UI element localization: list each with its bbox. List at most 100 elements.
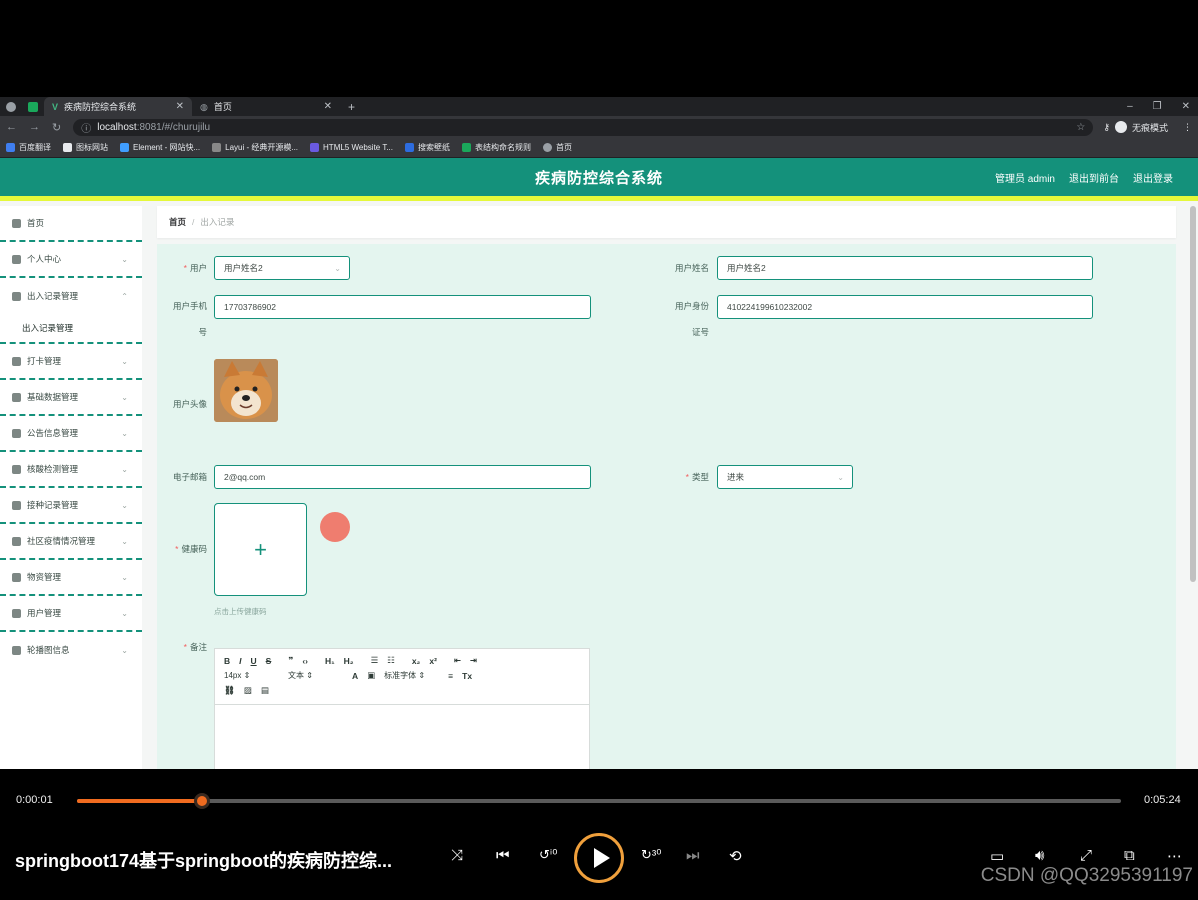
restore-icon[interactable]: ❐ — [1153, 101, 1162, 112]
bookmark-item[interactable]: 百度翻译 — [6, 142, 51, 153]
superscript-icon[interactable]: x² — [429, 656, 437, 666]
bookmark-favicon-icon — [63, 143, 72, 152]
bullet-list-icon[interactable]: ☷ — [387, 655, 395, 666]
chevron-down-icon: ⌄ — [121, 572, 128, 582]
reload-icon[interactable]: ↻ — [52, 121, 61, 134]
editor-toolbar-row: ⛓ ▨ ▤ — [215, 683, 589, 698]
sidebar-item-vaccination[interactable]: 接种记录管理 ⌄ — [0, 488, 142, 524]
tab-app[interactable]: V 疾病防控综合系统 ✕ — [44, 97, 192, 116]
phone-field[interactable]: 17703786902 — [214, 295, 591, 319]
h2-icon[interactable]: H₂ — [344, 656, 354, 666]
volume-icon[interactable]: 🔊︎ — [1035, 847, 1044, 864]
editor-body[interactable] — [215, 704, 589, 769]
avatar-label: 用户头像 — [172, 399, 207, 409]
browser-menu-icon[interactable] — [6, 101, 16, 112]
sidebar-item-users[interactable]: 用户管理 ⌄ — [0, 596, 142, 632]
quote-icon[interactable]: ❞ — [288, 655, 293, 666]
forward-30-icon[interactable]: ↻³⁰ — [641, 847, 661, 863]
ordered-list-icon[interactable]: ☰ — [371, 655, 379, 666]
bookmark-item[interactable]: HTML5 Website T... — [310, 143, 393, 152]
forward-icon[interactable]: → — [29, 121, 40, 133]
main-content: 首页 / 出入记录 * 用户 用户姓名2 ⌄ 用户姓名 用户姓名2 用户手机号 17… — [157, 206, 1176, 769]
underline-icon[interactable]: U — [251, 656, 257, 666]
close-tab-icon[interactable]: ✕ — [324, 101, 332, 112]
chevron-down-icon: ⌄ — [121, 392, 128, 402]
bookmark-item[interactable]: Layui - 经典开源模... — [212, 142, 298, 153]
sidebar-item-community-epidemic[interactable]: 社区疫情情况管理 ⌄ — [0, 524, 142, 560]
incognito-indicator[interactable]: ⚷ 无痕模式 ⋮ — [1103, 121, 1192, 134]
background-color-icon[interactable]: ▣ — [367, 670, 375, 681]
rewind-10-icon[interactable]: ↺ⁱ⁰ — [539, 847, 557, 863]
sidebar-item-nucleic-test[interactable]: 核酸检测管理 ⌄ — [0, 452, 142, 488]
h1-icon[interactable]: H₁ — [325, 656, 335, 666]
sidebar-subitem-access-records[interactable]: 出入记录管理 — [0, 314, 142, 344]
code-icon[interactable]: ‹› — [302, 656, 308, 666]
image-icon[interactable]: ▨ — [244, 685, 252, 696]
back-icon[interactable]: ← — [6, 121, 17, 133]
bold-icon[interactable]: B — [224, 656, 230, 666]
font-size-select[interactable]: 14px ⇕ — [224, 671, 279, 680]
user-name-field[interactable]: 用户姓名2 — [717, 256, 1093, 280]
sidebar-item-personal[interactable]: 个人中心 ⌄ — [0, 242, 142, 278]
health-code-upload[interactable]: + — [214, 503, 307, 596]
align-icon[interactable]: ≡ — [448, 671, 453, 681]
bookmark-item[interactable]: 表结构命名规则 — [461, 142, 531, 153]
strike-icon[interactable]: S — [266, 656, 272, 666]
loop-icon[interactable]: ⟲ — [729, 847, 742, 865]
browser-menu-dots-icon[interactable]: ⋮ — [1183, 122, 1192, 133]
type-select[interactable]: 进来 ⌄ — [717, 465, 853, 489]
chevron-down-icon: ⌄ — [121, 428, 128, 438]
bookmark-favicon-icon — [120, 143, 129, 152]
indent-icon[interactable]: ⇥ — [470, 655, 477, 666]
breadcrumb-home[interactable]: 首页 — [169, 216, 186, 228]
outdent-icon[interactable]: ⇤ — [454, 655, 461, 666]
more-options-icon[interactable]: ⋯ — [1167, 847, 1182, 865]
sidebar-item-supplies[interactable]: 物资管理 ⌄ — [0, 560, 142, 596]
seek-handle[interactable] — [194, 793, 211, 809]
email-field[interactable]: 2@qq.com — [214, 465, 591, 489]
previous-icon[interactable]: ⏮ — [496, 847, 510, 864]
sidebar-item-home[interactable]: 首页 — [0, 206, 142, 242]
bookmark-item[interactable]: Element - 网站快... — [120, 142, 200, 153]
bookmark-star-icon[interactable]: ☆ — [1076, 122, 1085, 133]
link-icon[interactable]: ⛓ — [224, 685, 235, 696]
close-tab-icon[interactable]: ✕ — [176, 101, 184, 112]
info-icon[interactable]: ⓘ — [81, 120, 91, 135]
bookmark-item[interactable]: 图标网站 — [63, 142, 108, 153]
bookmark-item[interactable]: 首页 — [542, 142, 572, 153]
italic-icon[interactable]: I — [239, 656, 241, 666]
tab-home[interactable]: ◍ 首页 ✕ — [192, 97, 340, 116]
email-label: 电子邮箱 — [172, 472, 207, 482]
next-icon[interactable]: ⏭ — [686, 847, 700, 864]
sidebar-item-notices[interactable]: 公告信息管理 ⌄ — [0, 416, 142, 452]
close-window-icon[interactable]: ✕ — [1182, 101, 1190, 112]
fullscreen-icon[interactable]: ⤢ — [1080, 847, 1092, 864]
sidebar-item-access-records[interactable]: 出入记录管理 ⌃ — [0, 278, 142, 314]
bookmark-item[interactable]: 搜索壁纸 — [404, 142, 450, 153]
logout-link[interactable]: 退出登录 — [1133, 170, 1173, 185]
chevron-down-icon: ⌄ — [837, 472, 844, 482]
seek-bar[interactable] — [77, 793, 1121, 809]
key-icon[interactable]: ⚷ — [1103, 122, 1110, 133]
shuffle-icon[interactable]: ⤨ — [451, 847, 463, 864]
clear-format-icon[interactable]: Tx — [462, 671, 472, 681]
sidebar-item-basic-data[interactable]: 基础数据管理 ⌄ — [0, 380, 142, 416]
subscript-icon[interactable]: x₂ — [412, 656, 421, 666]
id-number-field[interactable]: 410224199610232002 — [717, 295, 1093, 319]
play-button[interactable] — [574, 833, 624, 883]
subtitles-icon[interactable]: ▭ — [990, 847, 1004, 865]
sidebar-item-carousel[interactable]: 轮播图信息 ⌄ — [0, 632, 142, 668]
picture-in-picture-icon[interactable]: ⧉ — [1124, 847, 1135, 864]
sidebar-item-checkin[interactable]: 打卡管理 ⌄ — [0, 344, 142, 380]
url-input[interactable]: ⓘ localhost:8081/#/churujilu ☆ — [73, 118, 1094, 136]
font-color-icon[interactable]: A — [352, 671, 358, 681]
user-select[interactable]: 用户姓名2 ⌄ — [214, 256, 350, 280]
text-style-select[interactable]: 文本 ⇕ — [288, 670, 343, 681]
video-icon[interactable]: ▤ — [261, 685, 269, 696]
page-scrollbar[interactable] — [1190, 206, 1196, 582]
font-family-select[interactable]: 标准字体 ⇕ — [384, 670, 439, 681]
minimize-icon[interactable]: – — [1127, 101, 1133, 112]
tab-group-icon[interactable] — [28, 101, 38, 112]
new-tab-icon[interactable]: + — [340, 100, 363, 114]
back-to-frontend-link[interactable]: 退出到前台 — [1069, 170, 1119, 185]
